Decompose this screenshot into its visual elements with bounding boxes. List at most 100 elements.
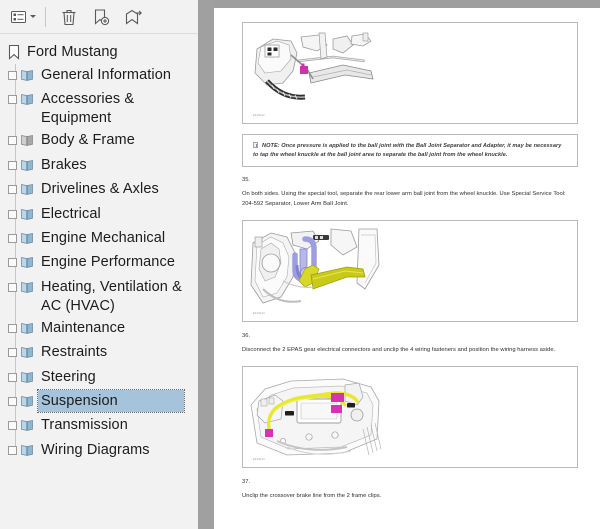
book-icon — [20, 443, 34, 457]
figure-id-text: E319412 — [253, 114, 265, 117]
figure-image: E319412 — [247, 27, 387, 119]
sidebar-item-restraints[interactable]: Restraints — [0, 341, 198, 365]
expand-toggle-icon[interactable] — [8, 421, 17, 431]
delete-bookmark-button[interactable] — [54, 4, 84, 30]
figure-image: E319413 — [247, 225, 387, 317]
sidebar-item-label: Engine Performance — [41, 254, 175, 271]
book-icon — [20, 370, 34, 384]
sidebar-item-engine-mechanical[interactable]: Engine Mechanical — [0, 227, 198, 251]
expand-toggle-icon[interactable] — [8, 136, 17, 146]
sidebar-item-heating-ventilation-ac-hvac[interactable]: Heating, Ventilation & AC (HVAC) — [0, 276, 198, 317]
sidebar-item-steering[interactable]: Steering — [0, 366, 198, 390]
trash-icon — [61, 8, 77, 26]
expand-bookmarks-button[interactable] — [118, 4, 148, 30]
sidebar-item-label: Drivelines & Axles — [41, 181, 159, 198]
book-icon — [20, 207, 34, 221]
sidebar-item-label: General Information — [41, 67, 172, 83]
sidebar-item-label: Electrical — [41, 205, 101, 222]
figure-ball-joint-separator-tool: E319413 — [242, 220, 578, 322]
sidebar-item-brakes[interactable]: Brakes — [0, 154, 198, 178]
figure-epas-wiring-harness: E319414 — [242, 366, 578, 469]
book-icon — [20, 418, 34, 432]
new-bookmark-icon — [93, 8, 110, 26]
pdf-viewer-window: Ford Mustang General Information Accesso… — [0, 0, 600, 529]
step-text: Unclip the crossover brake line from the… — [242, 493, 382, 500]
pdf-page: E319412 NOTE: Once pressure is applied t… — [214, 8, 600, 529]
sidebar-item-general-information[interactable]: General Information — [0, 64, 198, 88]
expand-toggle-icon[interactable] — [8, 95, 17, 105]
step-number: 35. — [242, 177, 251, 184]
book-icon — [20, 231, 34, 245]
figure-rear-knuckle-ball-joint: E319412 — [242, 22, 578, 124]
book-icon — [20, 68, 34, 82]
list-options-icon — [10, 10, 28, 24]
sidebar-item-label: Suspension — [37, 388, 185, 413]
expand-toggle-icon[interactable] — [8, 233, 17, 243]
expand-toggle-icon[interactable] — [8, 185, 17, 195]
step-text: On both sides. Using the special tool, s… — [242, 191, 566, 207]
expand-toggle-icon[interactable] — [8, 71, 17, 80]
sidebar-item-label: Engine Mechanical — [41, 229, 166, 246]
book-icon — [20, 280, 34, 294]
expand-bookmark-icon — [124, 8, 143, 26]
sidebar-item-drivelines-axles[interactable]: Drivelines & Axles — [0, 178, 198, 202]
book-icon — [20, 255, 34, 269]
book-icon — [20, 345, 34, 359]
bookmarks-tree[interactable]: Ford Mustang General Information Accesso… — [0, 34, 198, 529]
note-info-icon — [253, 142, 258, 148]
book-icon — [20, 321, 34, 335]
sidebar-item-label: Brakes — [41, 156, 87, 173]
sidebar-item-engine-performance[interactable]: Engine Performance — [0, 251, 198, 275]
note-callout: NOTE: Once pressure is applied to the ba… — [242, 134, 578, 168]
figure-id-text: E319413 — [253, 312, 265, 315]
sidebar-item-label: Maintenance — [41, 319, 126, 336]
sidebar-item-label: Accessories & Equipment — [41, 91, 135, 127]
sidebar-item-accessories-equipment[interactable]: Accessories & Equipment — [0, 88, 198, 129]
document-viewport[interactable]: E319412 NOTE: Once pressure is applied t… — [198, 0, 600, 529]
book-icon — [20, 394, 34, 408]
sidebar-item-body-frame[interactable]: Body & Frame — [0, 129, 198, 153]
expand-toggle-icon[interactable] — [8, 282, 17, 292]
book-icon — [20, 92, 34, 106]
document-gutter — [198, 0, 214, 529]
sidebar-item-label: Steering — [41, 368, 96, 385]
bookmark-options-dropdown[interactable] — [6, 4, 40, 30]
sidebar-item-label: Transmission — [41, 417, 128, 434]
book-icon — [20, 182, 34, 196]
bookmarks-panel: Ford Mustang General Information Accesso… — [0, 0, 198, 529]
book-icon — [20, 158, 34, 172]
step-number: 36. — [242, 333, 251, 339]
bookmarks-toolbar — [0, 0, 198, 34]
sidebar-item-suspension[interactable]: Suspension — [0, 388, 198, 414]
expand-toggle-icon[interactable] — [8, 258, 17, 268]
note-text-value: NOTE: Once pressure is applied to the ba… — [253, 143, 562, 158]
toolbar-divider — [45, 6, 46, 27]
expand-toggle-icon[interactable] — [8, 372, 17, 382]
step-text: Disconnect the 2 EPAS gear electrical co… — [242, 347, 556, 353]
bookmark-children: General Information Accessories & Equipm… — [0, 64, 198, 463]
sidebar-item-maintenance[interactable]: Maintenance — [0, 317, 198, 341]
sidebar-item-wiring-diagrams[interactable]: Wiring Diagrams — [0, 439, 198, 463]
figure-id-text: E319414 — [253, 458, 265, 462]
expand-toggle-icon[interactable] — [8, 209, 17, 219]
chevron-down-icon — [29, 15, 36, 18]
sidebar-item-electrical[interactable]: Electrical — [0, 203, 198, 227]
sidebar-item-label: Restraints — [41, 344, 108, 361]
book-icon — [20, 133, 34, 147]
sidebar-item-label: Heating, Ventilation & AC (HVAC) — [41, 278, 182, 314]
sidebar-item-transmission[interactable]: Transmission — [0, 414, 198, 438]
bookmark-root-item[interactable]: Ford Mustang — [0, 40, 198, 64]
new-bookmark-button[interactable] — [86, 4, 116, 30]
expand-toggle-icon[interactable] — [8, 348, 17, 358]
expand-toggle-icon[interactable] — [8, 160, 17, 170]
note-text: NOTE: Once pressure is applied to the ba… — [253, 142, 567, 159]
step-number: 37. — [242, 479, 251, 486]
bookmark-root-label: Ford Mustang — [27, 44, 118, 60]
sidebar-item-label: Body & Frame — [41, 132, 135, 149]
sidebar-item-label: Wiring Diagrams — [41, 441, 150, 458]
figure-image: E319414 — [247, 371, 387, 464]
expand-toggle-icon[interactable] — [8, 396, 17, 406]
expand-toggle-icon[interactable] — [8, 323, 17, 333]
bookmark-outline-icon — [8, 44, 20, 60]
expand-toggle-icon[interactable] — [8, 445, 17, 455]
